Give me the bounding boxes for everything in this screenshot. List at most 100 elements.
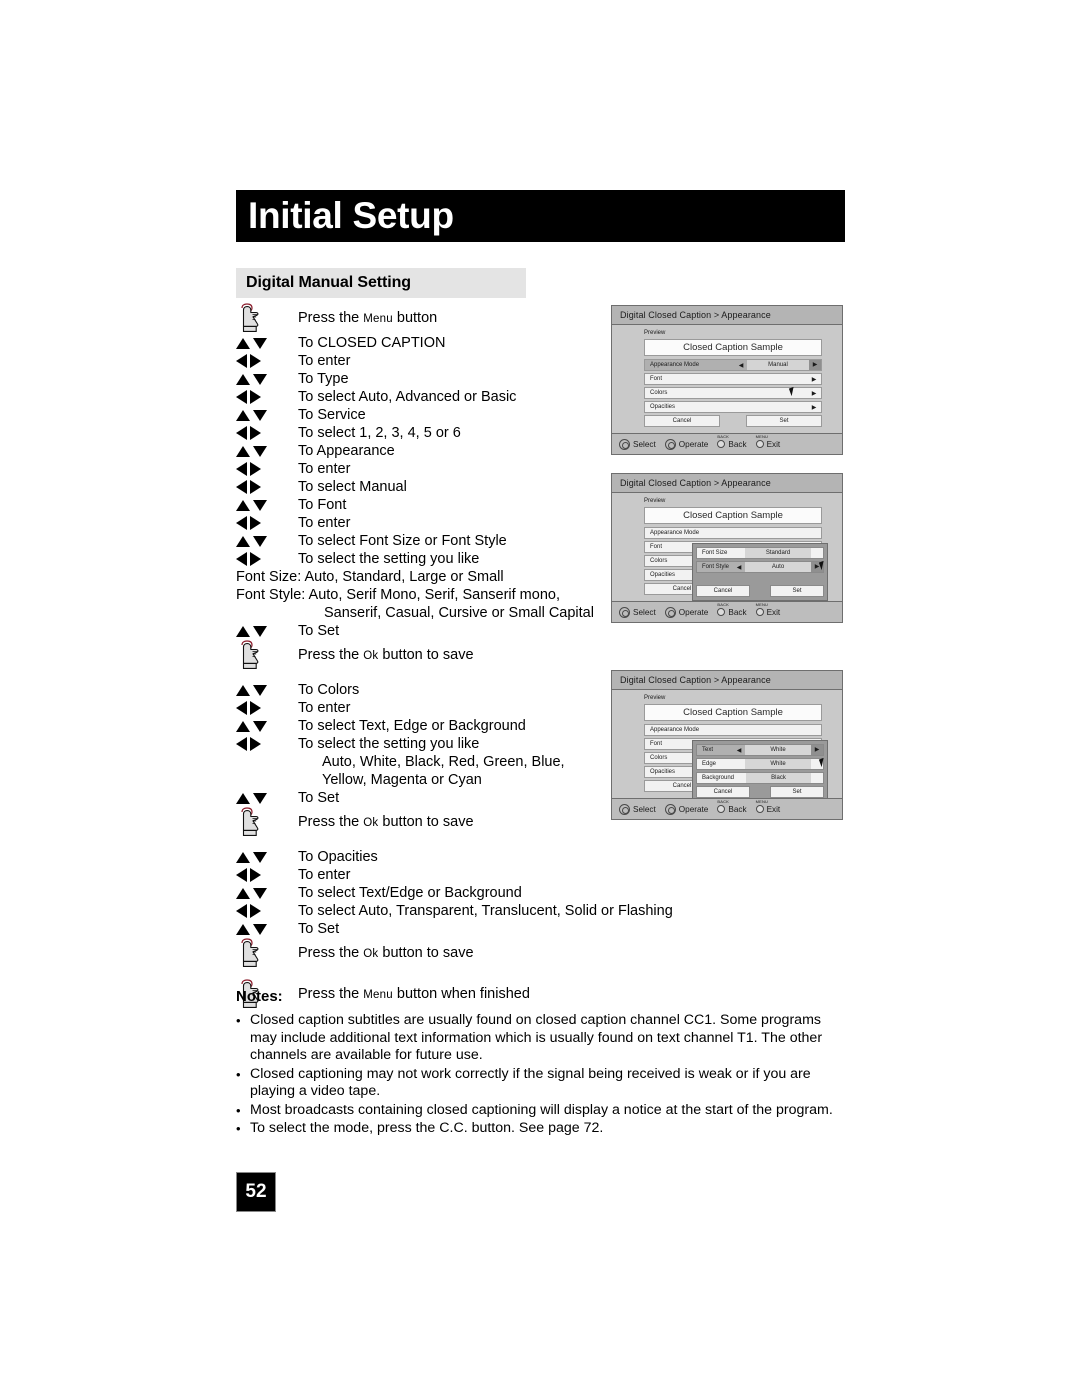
step-label: To select Manual xyxy=(298,479,407,495)
left-right-arrow-icon xyxy=(236,902,298,920)
dialog-button-row: Cancel Set xyxy=(696,786,824,798)
step-label: To Colors xyxy=(298,682,360,698)
right-arrow-icon[interactable]: ▶ xyxy=(809,360,821,370)
osd-footer-operate: Operate xyxy=(664,438,709,450)
left-arrow-icon[interactable]: ◀ xyxy=(733,564,745,571)
osd-footer-back: BACK Back xyxy=(717,434,747,449)
osd-footer-back-label: Back xyxy=(728,439,747,449)
dpad-icon xyxy=(619,803,630,815)
osd-footer-exit: MENU Exit xyxy=(755,799,780,814)
osd-row-font[interactable]: Font ▶ xyxy=(644,373,822,385)
dpad-icon xyxy=(664,606,676,618)
osd-footer-select: Select xyxy=(619,606,656,618)
osd-footer-exit: MENU Exit xyxy=(755,602,780,617)
hand-press-icon-svg xyxy=(241,938,259,967)
step-label: To enter xyxy=(298,353,351,369)
osd-preview-label: Preview xyxy=(644,498,666,504)
osd-button-row: Cancel Set xyxy=(644,415,822,427)
button-dot-icon xyxy=(755,440,764,448)
osd-row-appearance-mode[interactable]: Appearance Mode xyxy=(644,527,822,539)
osd-footer: Select Operate BACK Back MENU Exit xyxy=(612,433,842,454)
step-row: To enter xyxy=(236,866,706,884)
left-arrow-icon[interactable]: ◀ xyxy=(733,747,745,754)
dialog-row-value: White xyxy=(745,745,811,755)
osd-row-value: Manual xyxy=(747,360,809,370)
osd-screenshot-colors: Digital Closed Caption > Appearance Prev… xyxy=(611,670,843,820)
osd-row-appearance-mode[interactable]: Appearance Mode ◀ Manual ▶ xyxy=(644,359,822,371)
right-arrow-icon[interactable]: ▶ xyxy=(807,390,821,397)
button-dot-icon xyxy=(717,608,726,616)
osd-screenshot-font: Digital Closed Caption > Appearance Prev… xyxy=(611,473,843,623)
button-dot-icon xyxy=(755,608,764,616)
dialog-row-background[interactable]: Background Black xyxy=(696,772,824,784)
note-text: To select the mode, press the C.C. butto… xyxy=(250,1120,604,1136)
up-down-arrow-icon xyxy=(236,334,298,352)
step-label: To Set xyxy=(298,623,340,639)
osd-button-gap xyxy=(720,415,746,427)
up-down-arrow-icon xyxy=(236,717,298,735)
left-arrow-icon[interactable]: ◀ xyxy=(735,362,747,369)
right-arrow-icon[interactable]: ▶ xyxy=(807,404,821,411)
dialog-row-label: Text xyxy=(702,747,714,753)
osd-footer-exit-label: Exit xyxy=(766,439,781,449)
bullet-icon: • xyxy=(236,1013,241,1028)
left-right-arrow-icon xyxy=(236,424,298,442)
hand-press-icon xyxy=(236,640,298,670)
osd-footer-exit-tag: MENU xyxy=(755,798,769,804)
left-right-arrow-icon xyxy=(236,478,298,496)
dialog-set-button[interactable]: Set xyxy=(770,786,824,798)
step-row: To select Auto, Transparent, Translucent… xyxy=(236,902,706,920)
left-right-arrow-icon xyxy=(236,866,298,884)
note-text: Closed caption subtitles are usually fou… xyxy=(250,1012,823,1063)
dialog-row-label: Font Size xyxy=(702,550,728,556)
osd-footer-select-label: Select xyxy=(633,804,656,814)
page-title: Initial Setup xyxy=(248,195,454,236)
notes-heading: Notes: xyxy=(236,988,283,1005)
page-number-badge: 52 xyxy=(236,1172,276,1212)
dialog-row-label: Font Style xyxy=(702,564,730,570)
osd-preview-label: Preview xyxy=(644,330,666,336)
dialog-row-edge[interactable]: Edge White xyxy=(696,758,824,770)
section-title: Digital Manual Setting xyxy=(246,274,411,291)
dialog-row-font-style[interactable]: Font Style ◀ Auto ▶ xyxy=(696,561,824,573)
button-dot-icon xyxy=(717,805,726,813)
osd-row-opacities[interactable]: Opacities ▶ xyxy=(644,401,822,413)
dialog-row-font-size[interactable]: Font Size Standard xyxy=(696,547,824,559)
osd-footer-exit-tag: MENU xyxy=(755,601,769,607)
osd-row-appearance-mode[interactable]: Appearance Mode xyxy=(644,724,822,736)
osd-cancel-button[interactable]: Cancel xyxy=(644,415,720,427)
osd-footer-operate-label: Operate xyxy=(678,439,709,449)
osd-caption-sample: Closed Caption Sample xyxy=(644,507,822,524)
step-label: To enter xyxy=(298,700,351,716)
dialog-set-button[interactable]: Set xyxy=(770,585,824,597)
osd-footer-operate: Operate xyxy=(664,803,708,815)
button-dot-icon xyxy=(717,440,726,448)
bullet-icon: • xyxy=(236,1121,241,1136)
osd-footer-exit: MENU Exit xyxy=(755,434,781,449)
up-down-arrow-icon xyxy=(236,848,298,866)
osd-breadcrumb: Digital Closed Caption > Appearance xyxy=(612,474,842,493)
dialog-row-text[interactable]: Text ◀ White ▶ xyxy=(696,744,824,756)
hand-press-icon xyxy=(236,938,298,968)
hand-press-icon-svg xyxy=(241,807,259,836)
dialog-cancel-button[interactable]: Cancel xyxy=(696,786,750,798)
step-label: To Set xyxy=(298,790,340,806)
manual-page: Initial Setup Digital Manual Setting Pre… xyxy=(0,0,1080,1397)
osd-row-label: Appearance Mode xyxy=(650,362,700,368)
osd-set-button[interactable]: Set xyxy=(746,415,822,427)
dialog-cancel-button[interactable]: Cancel xyxy=(696,585,750,597)
hand-press-icon-svg xyxy=(241,640,259,669)
right-arrow-icon[interactable]: ▶ xyxy=(807,376,821,383)
note-list-item: • Most broadcasts containing closed capt… xyxy=(236,1102,848,1120)
left-right-arrow-icon xyxy=(236,460,298,478)
osd-preview-label: Preview xyxy=(644,695,666,701)
osd-footer-exit-tag: MENU xyxy=(755,433,769,439)
osd-row-label: Appearance Mode xyxy=(650,530,700,536)
up-down-arrow-icon xyxy=(236,789,298,807)
osd-body: Preview Closed Caption Sample Appearance… xyxy=(612,325,842,433)
dialog-row-label: Edge xyxy=(702,761,717,767)
bullet-icon: • xyxy=(236,1066,241,1082)
right-arrow-icon[interactable]: ▶ xyxy=(811,745,823,755)
